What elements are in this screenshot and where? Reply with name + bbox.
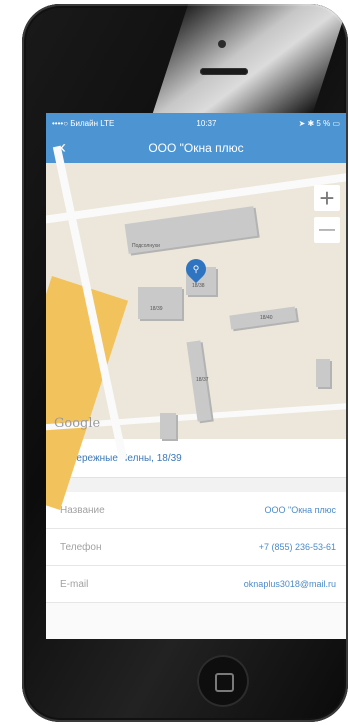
map-area-label: Подсолнухи	[132, 243, 160, 249]
section-separator	[46, 478, 346, 492]
building	[316, 359, 330, 387]
building-number-label: 18/39	[150, 306, 163, 312]
navigation-bar: ‹ ООО "Окна плюс	[46, 133, 346, 163]
email-link[interactable]: oknaplus3018@mail.ru	[244, 579, 336, 589]
address-label[interactable]: Набережные Челны, 18/39	[46, 439, 346, 478]
person-icon: ⚲	[192, 264, 200, 274]
google-logo: Google	[54, 416, 101, 431]
building	[160, 413, 176, 439]
detail-row-email[interactable]: E-mail oknaplus3018@mail.ru	[46, 566, 346, 603]
detail-value: ООО "Окна плюс	[264, 505, 337, 515]
battery-label: ➤ ✱ 5 % ▭	[298, 118, 340, 128]
bottom-area	[46, 603, 346, 639]
screen-glare	[152, 4, 348, 114]
detail-label: Название	[60, 504, 105, 516]
map-view[interactable]: Подсолнухи 18/39 18/38 18/40 18/37 ⚲ + —…	[46, 145, 346, 510]
building-number-label: 18/38	[192, 283, 205, 289]
building-number-label: 18/40	[260, 315, 273, 321]
earpiece-speaker	[200, 68, 248, 75]
app-screen: ••••○ Билайн LTE 10:37 ➤ ✱ 5 % ▭ ‹ ООО "…	[46, 113, 346, 639]
detail-row-phone[interactable]: Телефон +7 (855) 236-53-61	[46, 529, 346, 566]
status-bar: ••••○ Билайн LTE 10:37 ➤ ✱ 5 % ▭	[46, 113, 346, 133]
front-camera	[218, 40, 226, 48]
zoom-in-button[interactable]: +	[314, 185, 340, 211]
page-title: ООО "Окна плюс	[148, 141, 244, 155]
detail-label: Телефон	[60, 541, 102, 553]
building-number-label: 18/37	[196, 377, 209, 383]
building	[138, 287, 182, 319]
carrier-label: ••••○ Билайн LTE	[52, 118, 115, 128]
home-square-icon	[215, 673, 234, 692]
detail-row-name: Название ООО "Окна плюс	[46, 492, 346, 529]
detail-label: E-mail	[60, 578, 89, 590]
zoom-out-button[interactable]: —	[314, 217, 340, 243]
phone-link[interactable]: +7 (855) 236-53-61	[259, 542, 336, 552]
clock: 10:37	[196, 118, 217, 128]
